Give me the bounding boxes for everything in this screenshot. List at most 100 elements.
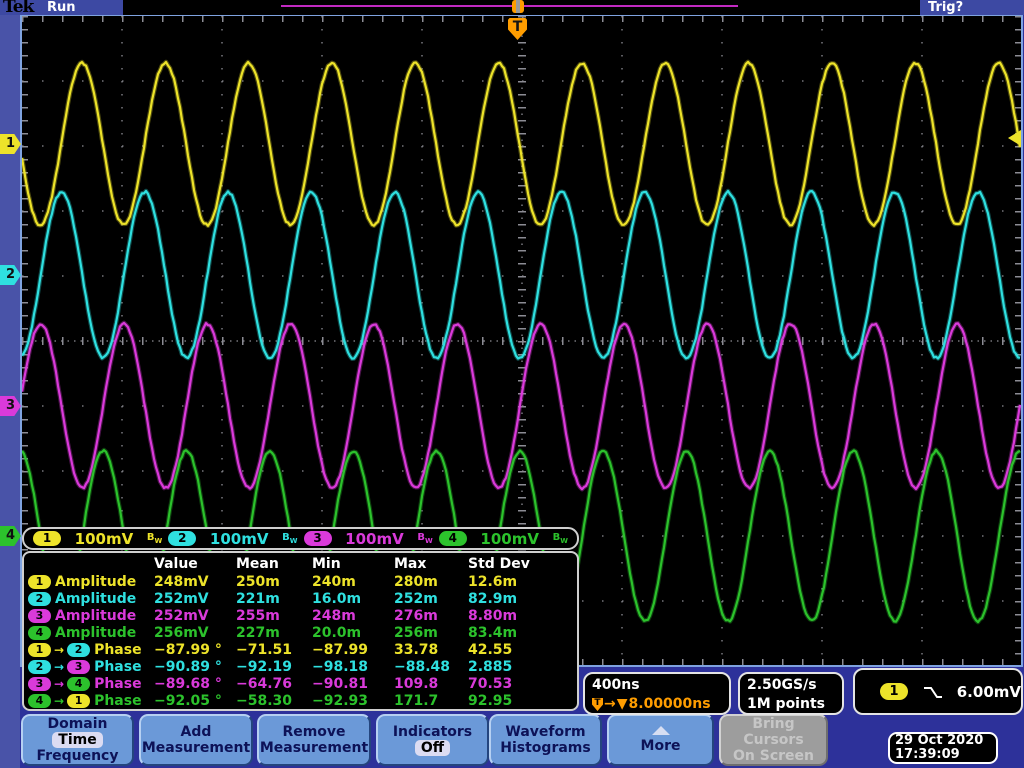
measurement-value: −58.30 <box>236 693 293 710</box>
measurement-value: −87.99 <box>312 641 369 658</box>
measurement-value: −90.89 ° <box>154 659 222 676</box>
menu-button-label: Time <box>52 732 103 748</box>
datetime-display: 29 Oct 2020 17:39:09 <box>888 732 998 764</box>
falling-edge-icon <box>924 686 942 698</box>
sample-rate: 2.50GS/s <box>747 677 817 693</box>
record-view-line <box>281 5 738 7</box>
measurement-value: 255m <box>236 607 280 624</box>
menu-button-label: Frequency <box>36 748 119 764</box>
channel-2-badge: 2 <box>28 591 51 606</box>
measurement-value: 171.7 <box>394 693 439 710</box>
tek-logo: Tek <box>3 0 34 17</box>
measurement-value: 42.55 <box>468 641 513 658</box>
measurement-row: 4 Amplitude 256mV 227m 20.0m 256m 83.4m <box>24 624 577 641</box>
time-text: 17:39:09 <box>895 747 960 762</box>
top-status-bar: Tek Run Trig? <box>0 0 1024 17</box>
channel-3-badge: 3 <box>28 608 51 623</box>
date-text: 29 Oct 2020 <box>895 733 984 748</box>
arrow-icon: → <box>54 642 65 657</box>
measurement-label: Amplitude <box>55 624 137 641</box>
menu-button-label: Waveform <box>505 724 586 740</box>
measurement-row: 3 → 4 Phase −89.68 ° −64.76 −90.81 109.8 70.53 <box>24 676 577 693</box>
arrow-icon: → <box>54 694 65 709</box>
channel-1-badge: 1 <box>67 694 91 709</box>
trigger-level-arrow-icon[interactable] <box>1008 130 1021 146</box>
channel-3-badge: 3 <box>67 660 91 675</box>
menu-button-label: Indicators <box>392 724 473 740</box>
delay-arrow-icon: → <box>604 696 616 712</box>
menu-button-bring-cursors-on-screen: Bring Cursors On Screen <box>719 714 828 766</box>
column-header: Value <box>154 556 198 572</box>
measurement-name: 3 → 4 Phase <box>24 676 154 692</box>
trigger-settings-box[interactable]: 1 6.00mV <box>853 668 1023 715</box>
measurement-value: 280m <box>394 573 438 590</box>
menu-button-waveform-histograms[interactable]: Waveform Histograms <box>489 714 602 766</box>
measurement-table-rows: 1 Amplitude 248mV 250m 240m 280m 12.6m 2 Amplitu… <box>24 573 577 710</box>
measurement-value: −87.99 ° <box>154 641 222 658</box>
measurement-value: 8.80m <box>468 607 518 624</box>
menu-button-remove-measurement[interactable]: Remove Measurement <box>257 714 371 766</box>
menu-button-add-measurement[interactable]: Add Measurement <box>139 714 253 766</box>
measurement-value: −88.48 <box>394 659 451 676</box>
menu-button-label: Add <box>180 724 212 740</box>
channel-4-badge: 4 <box>28 694 51 709</box>
channel-3-badge: 3 <box>303 531 332 546</box>
scale-group-ch3[interactable]: 3 100mV BW <box>301 530 436 548</box>
measurement-table-header: Value Mean Min Max Std Dev <box>24 555 577 573</box>
horizontal-delay: T → ▼ 8.00000ns <box>592 695 729 714</box>
waveform-ch1-fuzz <box>22 59 1021 229</box>
measurement-value: 250m <box>236 573 280 590</box>
measurement-label: Amplitude <box>55 573 137 590</box>
channel-4-scale: 100mV <box>480 529 539 548</box>
oscilloscope-screen: T 1 2 3 4 Tek Run Trig? 1 100mV BW 2 100mV BW 3 10… <box>0 0 1024 768</box>
bandwidth-limit-icon: BW <box>552 532 568 545</box>
arrow-icon: → <box>54 660 65 675</box>
measurement-value: −92.05 ° <box>154 693 222 710</box>
delay-marker-icon: ▼ <box>616 696 628 712</box>
acquisition-box[interactable]: 2.50GS/s 1M points <box>738 672 844 715</box>
column-header: Std Dev <box>468 556 530 572</box>
measurement-name: 4 Amplitude <box>24 625 154 641</box>
measurement-value: 221m <box>236 590 280 607</box>
menu-button-more[interactable]: More <box>607 714 714 766</box>
measurement-value: −92.19 <box>236 659 293 676</box>
channel-2-badge: 2 <box>28 660 51 675</box>
measurement-value: 252mV <box>154 607 209 624</box>
channel-2-badge: 2 <box>67 642 91 657</box>
record-view-trigger-marker[interactable] <box>512 0 524 13</box>
measurement-value: 12.6m <box>468 573 518 590</box>
channel-2-scale: 100mV <box>209 529 269 548</box>
horizontal-settings-box[interactable]: 400ns T → ▼ 8.00000ns <box>583 672 731 715</box>
measurement-value: −71.51 <box>236 641 293 658</box>
measurement-value: 92.95 <box>468 693 513 710</box>
menu-button-label: Remove <box>282 724 346 740</box>
scale-group-ch4[interactable]: 4 100mV BW <box>436 530 571 548</box>
menu-button-domain[interactable]: Domain Time Frequency <box>21 714 134 766</box>
channel-3-scale: 100mV <box>345 529 404 548</box>
menu-button-indicators[interactable]: Indicators Off <box>376 714 489 766</box>
measurement-value: 248m <box>312 607 356 624</box>
measurement-row: 1 → 2 Phase −87.99 ° −71.51 −87.99 33.78 42.55 <box>24 641 577 658</box>
measurement-value: 240m <box>312 573 356 590</box>
measurement-label: Phase <box>94 693 142 710</box>
measurement-name: 1 Amplitude <box>24 574 154 590</box>
trigger-source-badge: 1 <box>880 683 909 700</box>
menu-button-label: Domain <box>47 716 108 732</box>
measurement-value: 227m <box>236 624 280 641</box>
column-header: Min <box>312 556 341 572</box>
acquisition-status: Run <box>47 0 76 15</box>
trigger-mini-icon: T <box>592 698 603 711</box>
waveform-ch3-fuzz <box>22 320 1021 492</box>
measurement-row: 3 Amplitude 252mV 255m 248m 276m 8.80m <box>24 607 577 624</box>
scale-group-ch1[interactable]: 1 100mV BW <box>30 530 165 548</box>
scale-group-ch2[interactable]: 2 100mV BW <box>165 530 300 548</box>
measurement-value: 2.885 <box>468 659 513 676</box>
channel-1-badge: 1 <box>28 642 51 657</box>
measurement-value: −98.18 <box>312 659 369 676</box>
channel-4-badge: 4 <box>438 531 467 546</box>
measurement-name: 3 Amplitude <box>24 608 154 624</box>
menu-button-label: Measurement <box>141 740 251 756</box>
measurement-value: 16.0m <box>312 590 362 607</box>
measurement-label: Phase <box>94 659 142 676</box>
measurement-value: 83.4m <box>468 624 518 641</box>
